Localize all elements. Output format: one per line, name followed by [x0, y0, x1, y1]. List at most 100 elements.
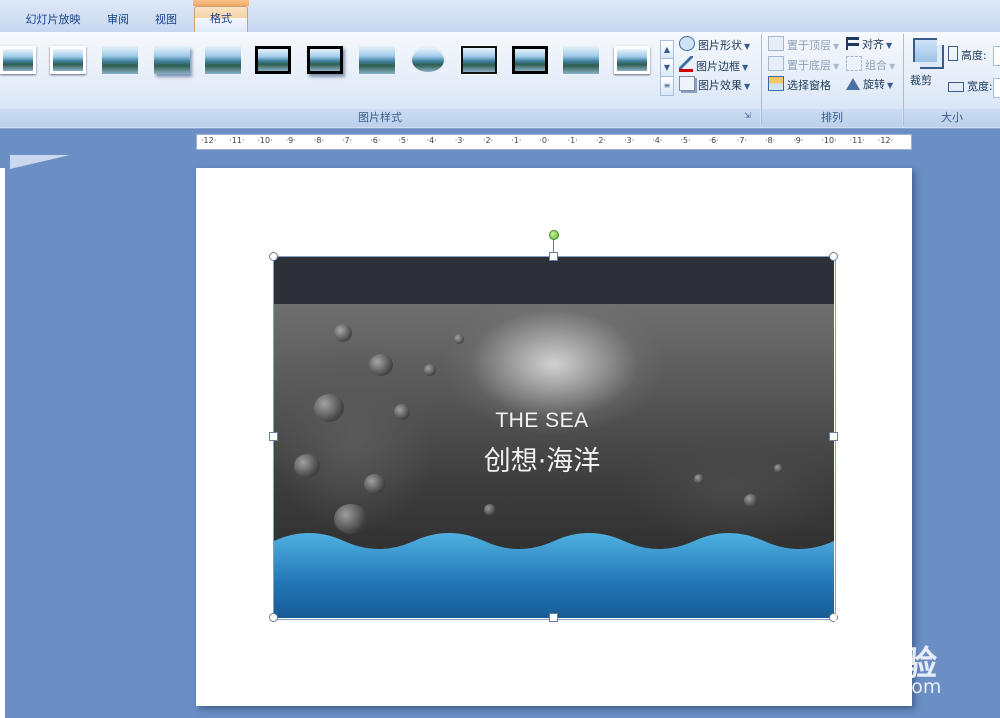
crop-label: 裁剪	[910, 74, 932, 87]
group-label-size: 大小	[904, 109, 1000, 127]
ruler-tick-label: ·2·	[595, 136, 606, 145]
resize-handle-top-left[interactable]	[269, 252, 278, 261]
group-button[interactable]: 组合 ▼	[846, 56, 895, 74]
height-label: 高度:	[961, 49, 987, 62]
resize-handle-bottom[interactable]	[549, 613, 558, 622]
picture-shape-icon	[679, 36, 695, 51]
picture-border-button[interactable]: 图片边框 ▼	[679, 56, 748, 74]
bring-front-icon	[768, 36, 784, 51]
ruler-tick-label: ·8·	[313, 136, 324, 145]
ruler-tick-label: ·7·	[342, 136, 353, 145]
picture-effects-button[interactable]: 图片效果 ▼	[679, 76, 750, 94]
bubble	[334, 324, 352, 342]
picture-shape-button[interactable]: 图片形状 ▼	[679, 36, 750, 54]
style-thumb-12[interactable]	[563, 46, 599, 74]
style-thumb-4[interactable]	[154, 46, 190, 74]
bring-to-front-button[interactable]: 置于顶层 ▼	[768, 36, 839, 54]
dialog-launcher-icon[interactable]: ⇲	[744, 111, 751, 120]
ruler-tick-label: ·12·	[201, 136, 217, 145]
ribbon: ▲ ▼ ≡ 图片形状 ▼ 图片边框 ▼ 图片效果 ▼ 图片样式 ⇲ 置于顶层 ▼ 置于底…	[0, 32, 1000, 129]
bubble	[744, 494, 758, 507]
picture-effects-label: 图片效果	[698, 79, 742, 92]
bubble	[424, 364, 436, 376]
resize-handle-top[interactable]	[549, 252, 558, 261]
gallery-more-icon[interactable]: ≡	[660, 76, 674, 96]
ruler-tick-label: ·3·	[454, 136, 465, 145]
bring-front-label: 置于顶层	[787, 39, 831, 52]
bubble	[454, 334, 464, 344]
style-thumb-11[interactable]	[512, 46, 548, 74]
style-thumb-3[interactable]	[102, 46, 138, 74]
ruler-tick-label: ·6·	[370, 136, 381, 145]
resize-handle-right[interactable]	[829, 432, 838, 441]
style-thumb-10[interactable]	[460, 45, 498, 75]
tab-view[interactable]: 视图	[148, 9, 184, 31]
ruler-tick-label: ·6·	[708, 136, 719, 145]
gallery-scroll-down-icon[interactable]: ▼	[660, 58, 674, 78]
style-thumb-9[interactable]	[410, 46, 446, 74]
picture-top-band	[274, 257, 834, 304]
selection-pane-button[interactable]: 选择窗格	[768, 76, 831, 94]
picture-title-english: THE SEA	[495, 409, 589, 432]
width-icon	[948, 82, 964, 92]
selection-pane-icon	[768, 76, 784, 91]
ruler-tick-label: ·5·	[680, 136, 691, 145]
group-label-arrange: 排列	[762, 109, 902, 127]
resize-handle-left[interactable]	[269, 432, 278, 441]
width-label: 宽度:	[967, 80, 993, 93]
rotate-button[interactable]: 旋转 ▼	[846, 76, 893, 94]
horizontal-ruler: ·12· ·11· ·10· ·9· ·8· ·7· ·6· ·5· ·4· ·3· ·2· ·1· ·…	[196, 134, 912, 150]
tab-slideshow[interactable]: 幻灯片放映	[18, 9, 88, 31]
ruler-tick-label: ·11·	[849, 136, 865, 145]
style-thumb-7[interactable]	[307, 46, 343, 74]
vertical-ruler	[0, 168, 5, 718]
height-icon	[948, 46, 958, 61]
style-thumb-1[interactable]	[0, 46, 36, 74]
pencil-icon	[679, 56, 693, 72]
ruler-tick-label: ·9·	[285, 136, 296, 145]
slides-panel-edge[interactable]	[10, 155, 70, 169]
tab-format-label: 格式	[210, 12, 232, 25]
group-btn-label: 组合	[865, 59, 887, 72]
rotate-icon	[846, 78, 860, 90]
ruler-tick-label: ·10·	[821, 136, 837, 145]
width-label-row: 宽度:	[948, 78, 993, 96]
resize-handle-top-right[interactable]	[829, 252, 838, 261]
align-button[interactable]: 对齐 ▼	[846, 36, 892, 54]
picture-title-chinese: 创想·海洋	[483, 446, 601, 477]
style-thumb-5[interactable]	[205, 46, 241, 74]
ruler-tick-label: ·1·	[511, 136, 522, 145]
ruler-tick-label: ·2·	[483, 136, 494, 145]
ruler-tick-label: ·11·	[229, 136, 245, 145]
group-icon	[846, 56, 862, 71]
ruler-tick-label: ·4·	[652, 136, 663, 145]
align-icon	[846, 37, 859, 50]
ruler-tick-label: ·12·	[877, 136, 894, 145]
tab-format[interactable]: 格式	[194, 6, 248, 34]
ruler-tick-label: ·9·	[793, 136, 804, 145]
style-thumb-8[interactable]	[359, 46, 395, 74]
crop-button[interactable]: 裁剪	[908, 36, 946, 92]
style-thumb-6[interactable]	[255, 46, 291, 74]
width-input[interactable]	[993, 78, 1000, 98]
ruler-tick-label: ·7·	[736, 136, 747, 145]
height-label-row: 高度:	[948, 46, 987, 64]
height-input[interactable]	[993, 46, 1000, 66]
gallery-scroll-up-icon[interactable]: ▲	[660, 40, 674, 60]
baidu-watermark: Baidu经验 jingyan.baidu.com	[766, 608, 996, 708]
tab-review[interactable]: 审阅	[100, 9, 136, 31]
ruler-tick-label: ·4·	[426, 136, 437, 145]
crop-icon	[913, 38, 937, 62]
picture-effects-icon	[679, 76, 695, 91]
rotate-label: 旋转	[863, 78, 885, 91]
send-to-back-button[interactable]: 置于底层 ▼	[768, 56, 839, 74]
water-wave	[274, 533, 834, 618]
resize-handle-bottom-left[interactable]	[269, 613, 278, 622]
rotation-handle[interactable]	[549, 230, 559, 240]
ruler-tick-label: ·0·	[539, 136, 550, 145]
selected-picture[interactable]: THE SEA 创想·海洋	[274, 257, 834, 618]
style-thumb-2[interactable]	[50, 46, 86, 74]
style-thumb-13[interactable]	[614, 46, 650, 74]
ribbon-tab-bar: 幻灯片放映 审阅 视图 格式	[0, 0, 1000, 34]
group-label-picture-styles: 图片样式	[0, 109, 760, 127]
